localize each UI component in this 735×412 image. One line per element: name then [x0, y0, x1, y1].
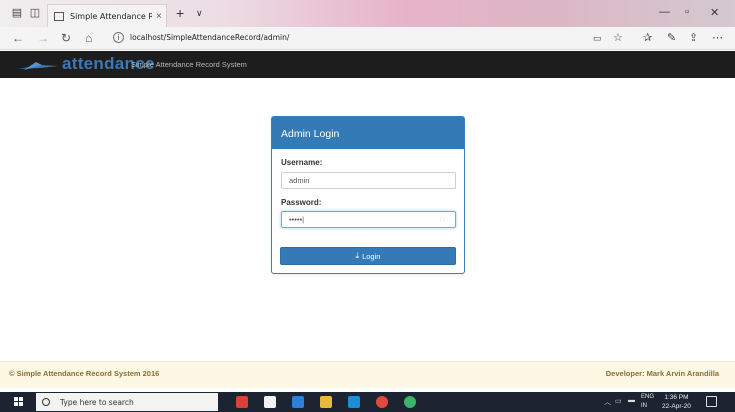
set-aside-tabs-icon[interactable]: ◫: [28, 7, 42, 19]
mcafee-app-icon[interactable]: [236, 396, 248, 408]
more-icon[interactable]: ⋯: [712, 31, 723, 45]
store-app-icon[interactable]: [264, 396, 276, 408]
maximize-icon[interactable]: ▫: [685, 6, 689, 18]
tab-list-chevron-icon[interactable]: ∨: [196, 8, 203, 19]
password-label: Password:: [281, 198, 322, 207]
home-icon[interactable]: ⌂: [85, 31, 92, 45]
address-bar: ← → ↻ ⌂ i localhost/SimpleAttendanceReco…: [0, 27, 735, 50]
network-icon[interactable]: ▭: [615, 397, 622, 405]
edge-app-icon[interactable]: [292, 396, 304, 408]
reveal-password-icon[interactable]: ◌: [440, 215, 445, 224]
green-app-icon[interactable]: [404, 396, 416, 408]
brand-logo-icon: [18, 62, 58, 70]
search-icon: [42, 398, 50, 406]
login-button-label: Login: [362, 251, 381, 261]
app-navbar: attendance Simple Attendance Record Syst…: [0, 51, 735, 78]
new-tab-icon[interactable]: +: [176, 6, 184, 20]
clock-date: 22-Apr-20: [662, 403, 691, 410]
search-placeholder: Type here to search: [60, 397, 134, 407]
download-icon: ⤓: [355, 251, 360, 260]
url-field[interactable]: i localhost/SimpleAttendanceRecord/admin…: [108, 30, 628, 47]
clock-time: 1:36 PM: [664, 394, 689, 401]
brand-subtitle: Simple Attendance Record System: [131, 60, 247, 69]
close-tab-icon[interactable]: ×: [156, 11, 162, 22]
language-indicator[interactable]: ENG IN: [641, 393, 654, 411]
reading-view-icon[interactable]: ▭: [593, 31, 602, 45]
favorite-star-icon[interactable]: ☆: [613, 31, 623, 45]
developer-credit: Developer: Mark Arvin Arandilla: [605, 369, 719, 378]
windows-taskbar: Type here to search ︿ ▭ ▬ ENG IN 1:36 PM…: [0, 392, 735, 412]
close-window-icon[interactable]: ✕: [710, 6, 719, 19]
page-footer: © Simple Attendance Record System 2016 D…: [0, 361, 735, 388]
mail-app-icon[interactable]: [348, 396, 360, 408]
password-input[interactable]: [281, 211, 456, 228]
username-input[interactable]: [281, 172, 456, 189]
tab-title: Simple Attendance Reco: [70, 11, 152, 21]
browser-tab-bar: ▤ ◫ Simple Attendance Reco × + ∨ — ▫ ✕: [0, 0, 735, 27]
page-icon: [54, 11, 64, 21]
chrome-app-icon[interactable]: [376, 396, 388, 408]
share-icon[interactable]: ⇪: [689, 31, 698, 45]
lang-line-2: IN: [641, 403, 647, 409]
show-hidden-icons-icon[interactable]: ︿: [604, 397, 611, 407]
minimize-icon[interactable]: —: [659, 6, 670, 18]
lang-line-1: ENG: [641, 394, 655, 400]
admin-login-panel: Admin Login Username: Password: ◌ ⤓ Logi…: [271, 116, 465, 274]
copyright-text: © Simple Attendance Record System 2016: [9, 369, 160, 378]
battery-icon[interactable]: ▬: [628, 397, 635, 404]
tab-actions-icon[interactable]: ▤: [10, 7, 24, 19]
windows-start-icon[interactable]: [14, 397, 24, 407]
username-label: Username:: [281, 158, 323, 167]
back-icon[interactable]: ←: [12, 31, 24, 45]
panel-heading: Admin Login: [272, 117, 464, 149]
url-text[interactable]: localhost/SimpleAttendanceRecord/admin/: [130, 33, 289, 42]
favorites-hub-icon[interactable]: ✰: [643, 31, 652, 45]
forward-icon[interactable]: →: [37, 31, 49, 45]
login-button[interactable]: ⤓ Login: [280, 247, 456, 265]
web-note-icon[interactable]: ✎: [667, 31, 676, 45]
refresh-icon[interactable]: ↻: [61, 31, 71, 45]
action-center-icon[interactable]: [706, 396, 717, 407]
browser-tab[interactable]: Simple Attendance Reco ×: [47, 4, 167, 27]
taskbar-search[interactable]: Type here to search: [36, 393, 218, 411]
site-info-icon[interactable]: i: [113, 32, 124, 43]
system-clock[interactable]: 1:36 PM 22-Apr-20: [662, 393, 691, 411]
file-explorer-app-icon[interactable]: [320, 396, 332, 408]
